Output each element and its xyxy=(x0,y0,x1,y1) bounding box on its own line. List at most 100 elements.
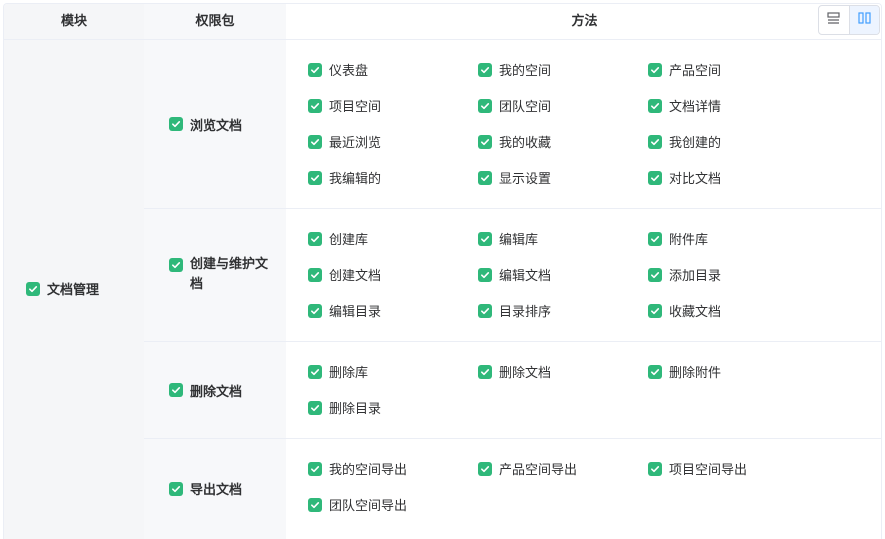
permission-table: 模块 权限包 方法 文档管理 浏览文档 仪表盘 我的空间 产品空间项目空间 团队空间 文档详… xyxy=(3,3,882,539)
list-view-icon xyxy=(827,12,840,28)
row-divider xyxy=(144,341,881,342)
method-checkbox[interactable]: 产品空间导出 xyxy=(478,459,577,478)
method-checkbox[interactable]: 项目空间导出 xyxy=(648,459,747,478)
checked-icon xyxy=(308,303,322,318)
method-checkbox-label: 团队空间导出 xyxy=(329,499,408,514)
method-checkbox-label: 产品空间导出 xyxy=(499,463,578,478)
checked-icon xyxy=(308,400,322,415)
method-checkbox-label: 收藏文档 xyxy=(669,305,722,320)
checked-icon xyxy=(648,62,662,77)
method-checkbox-label: 添加目录 xyxy=(669,269,722,284)
header-methods: 方法 xyxy=(286,4,881,39)
checked-icon xyxy=(478,364,492,379)
checked-icon xyxy=(478,267,492,282)
method-checkbox-label: 附件库 xyxy=(669,233,709,248)
method-checkbox-label: 创建库 xyxy=(329,233,369,248)
column-view-button[interactable] xyxy=(848,6,879,34)
method-checkbox[interactable]: 仪表盘 xyxy=(308,60,368,79)
checked-icon xyxy=(478,134,492,149)
method-checkbox[interactable]: 文档详情 xyxy=(648,96,721,115)
method-checkbox[interactable]: 删除库 xyxy=(308,362,368,381)
method-checkbox-label: 产品空间 xyxy=(669,64,722,79)
checked-icon xyxy=(308,134,322,149)
permission-pack-checkbox-label: 删除文档 xyxy=(190,384,243,400)
method-checkbox[interactable]: 最近浏览 xyxy=(308,132,381,151)
method-checkbox[interactable]: 编辑文档 xyxy=(478,265,551,284)
method-checkbox[interactable]: 团队空间 xyxy=(478,96,551,115)
method-checkbox-label: 对比文档 xyxy=(669,172,722,187)
column-view-icon xyxy=(858,12,871,28)
list-view-button[interactable] xyxy=(819,6,849,34)
method-checkbox[interactable]: 显示设置 xyxy=(478,168,551,187)
method-checkbox-label: 编辑目录 xyxy=(329,305,382,320)
method-checkbox[interactable]: 删除附件 xyxy=(648,362,721,381)
method-checkbox[interactable]: 我创建的 xyxy=(648,132,721,151)
method-checkbox-label: 我的空间导出 xyxy=(329,463,408,478)
method-checkbox[interactable]: 我的空间 xyxy=(478,60,551,79)
permission-pack-checkbox[interactable]: 导出文档 xyxy=(169,479,242,498)
checked-icon xyxy=(308,497,322,512)
method-checkbox[interactable]: 创建库 xyxy=(308,229,368,248)
method-checkbox[interactable]: 我编辑的 xyxy=(308,168,381,187)
method-checkbox[interactable]: 对比文档 xyxy=(648,168,721,187)
checked-icon xyxy=(26,281,40,296)
method-checkbox-label: 我编辑的 xyxy=(329,172,382,187)
method-checkbox[interactable]: 附件库 xyxy=(648,229,708,248)
row-divider xyxy=(144,438,881,439)
permission-pack-checkbox[interactable]: 浏览文档 xyxy=(169,115,242,134)
checked-icon xyxy=(648,134,662,149)
method-checkbox-label: 删除文档 xyxy=(499,366,552,381)
checked-icon xyxy=(308,364,322,379)
method-checkbox[interactable]: 产品空间 xyxy=(648,60,721,79)
method-checkbox-label: 我的空间 xyxy=(499,64,552,79)
method-checkbox[interactable]: 添加目录 xyxy=(648,265,721,284)
checked-icon xyxy=(169,383,183,397)
checked-icon xyxy=(478,170,492,185)
permission-pack-checkbox[interactable]: 删除文档 xyxy=(169,381,242,400)
method-checkbox[interactable]: 编辑库 xyxy=(478,229,538,248)
table-header: 模块 权限包 方法 xyxy=(4,4,881,40)
method-checkbox-label: 我的收藏 xyxy=(499,136,552,151)
row-divider xyxy=(144,208,881,209)
checked-icon xyxy=(308,461,322,476)
method-checkbox-label: 最近浏览 xyxy=(329,136,382,151)
method-checkbox-label: 文档详情 xyxy=(669,100,722,115)
method-checkbox[interactable]: 我的空间导出 xyxy=(308,459,407,478)
method-checkbox-label: 创建文档 xyxy=(329,269,382,284)
checked-icon xyxy=(648,461,662,476)
method-checkbox[interactable]: 编辑目录 xyxy=(308,301,381,320)
checked-icon xyxy=(478,461,492,476)
checked-icon xyxy=(308,231,322,246)
permission-pack-checkbox[interactable]: 创建与维护文档 xyxy=(169,255,274,295)
checked-icon xyxy=(648,98,662,113)
permission-pack-checkbox-label: 浏览文档 xyxy=(190,118,243,134)
method-checkbox-label: 删除附件 xyxy=(669,366,722,381)
checked-icon xyxy=(308,62,322,77)
method-checkbox[interactable]: 收藏文档 xyxy=(648,301,721,320)
method-checkbox-label: 编辑库 xyxy=(499,233,539,248)
method-checkbox[interactable]: 项目空间 xyxy=(308,96,381,115)
method-checkbox-label: 删除库 xyxy=(329,366,369,381)
method-checkbox-label: 项目空间导出 xyxy=(669,463,748,478)
method-checkbox-label: 删除目录 xyxy=(329,402,382,417)
permission-pack-checkbox-label: 导出文档 xyxy=(190,483,243,498)
checked-icon xyxy=(169,257,183,272)
checked-icon xyxy=(478,98,492,113)
method-checkbox[interactable]: 团队空间导出 xyxy=(308,495,407,514)
method-checkbox[interactable]: 删除文档 xyxy=(478,362,551,381)
checked-icon xyxy=(169,481,183,496)
module-checkbox[interactable]: 文档管理 xyxy=(26,279,99,298)
view-toggle xyxy=(818,5,880,35)
checked-icon xyxy=(478,303,492,318)
checked-icon xyxy=(308,98,322,113)
checked-icon xyxy=(169,117,183,131)
permission-pack-checkbox-label: 创建与维护文档 xyxy=(190,256,269,292)
method-checkbox[interactable]: 删除目录 xyxy=(308,398,381,417)
checked-icon xyxy=(648,364,662,379)
method-checkbox[interactable]: 目录排序 xyxy=(478,301,551,320)
header-permission-pack: 权限包 xyxy=(144,4,286,39)
checked-icon xyxy=(478,231,492,246)
method-checkbox[interactable]: 创建文档 xyxy=(308,265,381,284)
method-checkbox-label: 项目空间 xyxy=(329,100,382,115)
method-checkbox[interactable]: 我的收藏 xyxy=(478,132,551,151)
